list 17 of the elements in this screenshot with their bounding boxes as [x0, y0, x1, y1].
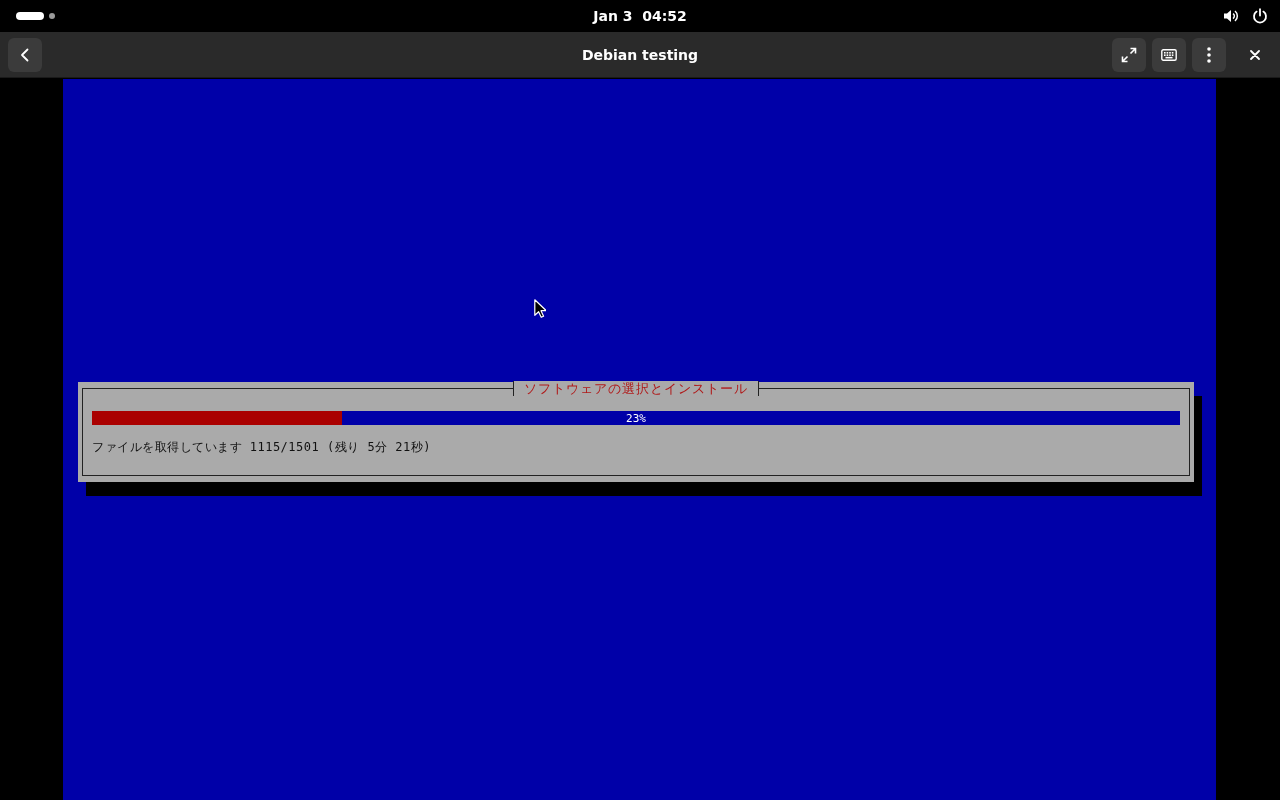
mouse-pointer-icon	[534, 299, 546, 318]
power-icon[interactable]	[1252, 8, 1268, 24]
keyboard-icon	[1161, 46, 1177, 63]
window-title: Debian testing	[581, 46, 699, 63]
status-text: ファイルを取得しています 1115/1501 (残り 5分 21秒)	[92, 439, 433, 455]
menu-button[interactable]	[1192, 37, 1226, 72]
keyboard-button[interactable]	[1152, 37, 1186, 72]
back-button[interactable]	[8, 37, 42, 72]
fullscreen-icon	[1121, 46, 1137, 63]
fullscreen-button[interactable]	[1112, 37, 1146, 72]
clock[interactable]: Jan 3 04:52	[593, 8, 687, 24]
workspace-indicator-icon[interactable]	[16, 12, 56, 20]
progress-percent: 23%	[626, 411, 646, 425]
dialog-title: ソフトウェアの選択とインストール	[513, 381, 759, 396]
vertical-dots-icon	[1207, 46, 1211, 63]
close-icon	[1250, 49, 1260, 60]
volume-icon[interactable]	[1223, 8, 1239, 24]
